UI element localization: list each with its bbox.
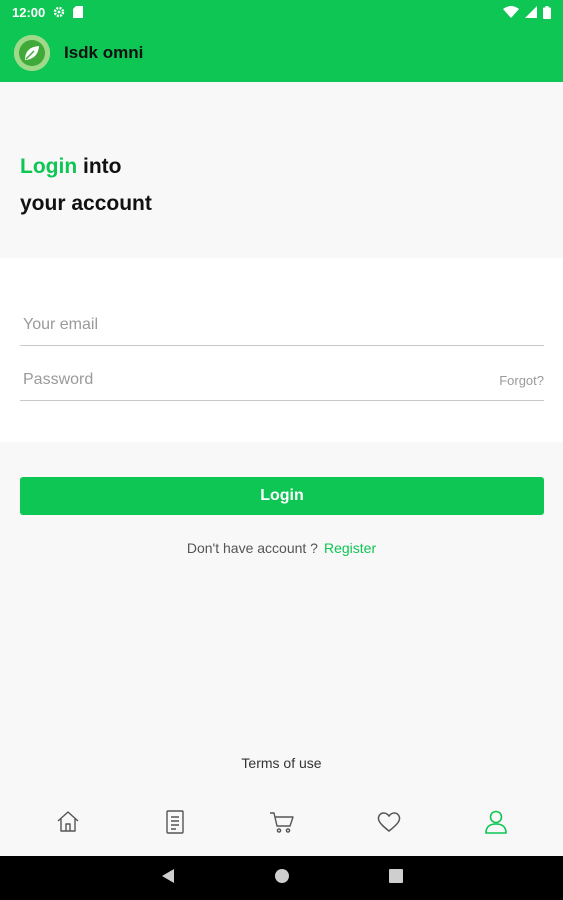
email-field-wrapper	[20, 306, 544, 346]
recents-button[interactable]	[384, 866, 408, 890]
nav-favorites[interactable]	[359, 799, 419, 849]
app-bar: Isdk omni	[0, 24, 563, 82]
nav-home[interactable]	[38, 799, 98, 849]
app-logo-icon	[14, 35, 50, 71]
title-line2: your account	[20, 192, 152, 215]
register-row: Don't have account ? Register	[0, 540, 563, 556]
nav-orders[interactable]	[145, 799, 205, 849]
password-field-wrapper: Forgot?	[20, 361, 544, 401]
app-title: Isdk omni	[64, 43, 144, 62]
register-prompt: Don't have account ?	[186, 540, 318, 556]
bottom-navigation	[0, 796, 563, 852]
status-time: 12:00	[12, 4, 46, 20]
email-field[interactable]	[20, 306, 460, 344]
nav-cart[interactable]	[252, 799, 312, 849]
heart-icon	[376, 810, 402, 839]
system-navigation-bar	[0, 856, 563, 900]
home-circle-icon	[274, 868, 290, 889]
sd-card-icon	[73, 6, 84, 18]
wifi-icon	[503, 6, 519, 18]
title-accent: Login	[20, 155, 78, 178]
title-line1-rest: into	[77, 155, 122, 178]
nav-account[interactable]	[466, 799, 526, 849]
login-button[interactable]: Login	[20, 477, 544, 515]
cart-icon	[269, 810, 295, 839]
status-bar: 12:00	[0, 0, 563, 24]
page-title: Login into your account	[20, 148, 152, 222]
password-field[interactable]	[20, 361, 460, 399]
forgot-password-link[interactable]: Forgot?	[499, 373, 544, 388]
recents-square-icon	[388, 868, 403, 888]
back-button[interactable]	[156, 866, 180, 890]
battery-icon	[543, 5, 551, 19]
home-icon	[56, 810, 80, 839]
heading-section: Login into your account	[0, 82, 563, 258]
settings-icon	[53, 6, 65, 18]
user-icon	[484, 809, 508, 840]
back-triangle-icon	[161, 868, 175, 889]
home-system-button[interactable]	[270, 866, 294, 890]
terms-of-use-link[interactable]: Terms of use	[0, 755, 563, 771]
login-form: Forgot?	[0, 258, 563, 442]
signal-icon	[525, 6, 537, 18]
register-link[interactable]: Register	[324, 540, 376, 556]
document-icon	[164, 809, 186, 840]
